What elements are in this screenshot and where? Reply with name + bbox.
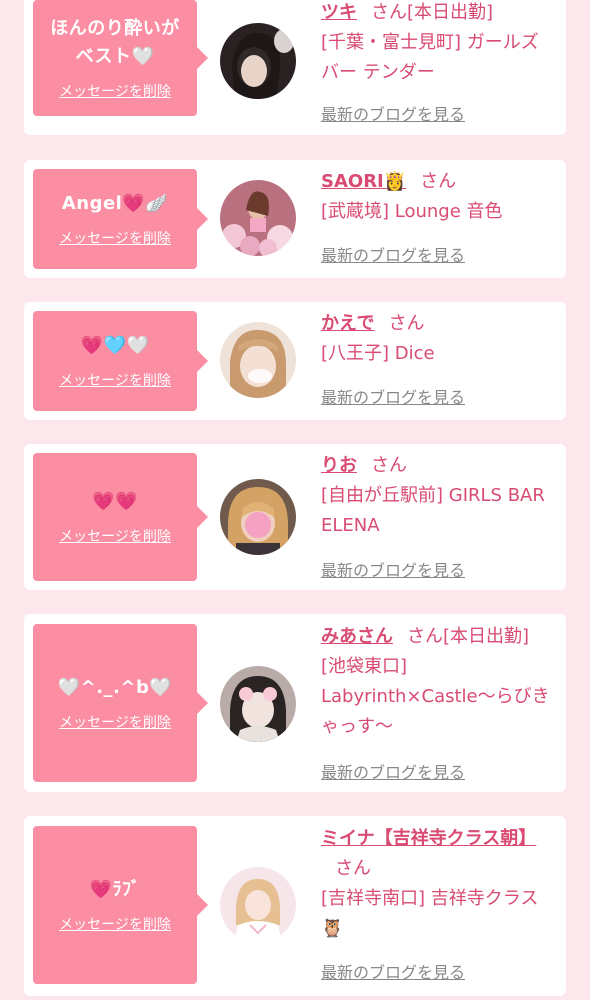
- list-item: ほんのり酔いがベスト🤍 メッセージを削除 ツキ さん[本日出勤] [千葉・富士見町…: [24, 0, 566, 135]
- shop-info: [自由が丘駅前] GIRLS BAR ELENA: [321, 485, 545, 536]
- message-bubble: 🤍^._.^b🤍 メッセージを削除: [33, 624, 208, 782]
- avatar[interactable]: [220, 180, 296, 256]
- delete-message-link[interactable]: メッセージを削除: [59, 81, 171, 101]
- cast-name-link[interactable]: SAORI👸: [321, 171, 406, 192]
- message-text: 💗💗: [92, 491, 138, 512]
- avatar[interactable]: [220, 23, 296, 99]
- message-bubble: 💗🩵🤍 メッセージを削除: [33, 311, 208, 411]
- list-item: 💗ﾗﾌﾞ メッセージを削除 ミイナ【吉祥寺クラス朝】さん [吉祥寺南口] 吉祥寺…: [24, 816, 566, 996]
- avatar[interactable]: [220, 867, 296, 943]
- cast-name-link[interactable]: ミイナ【吉祥寺クラス朝】: [321, 828, 536, 849]
- delete-message-link[interactable]: メッセージを削除: [59, 370, 171, 390]
- honorific: さん: [335, 858, 371, 879]
- status-badge: [本日出勤]: [407, 2, 494, 23]
- message-text: Angel💗🪽: [61, 193, 169, 214]
- list-item: Angel💗🪽 メッセージを削除 SAORI👸 さん [武蔵境] Lounge 音…: [24, 160, 566, 278]
- honorific: さん: [407, 626, 443, 647]
- cast-name-link[interactable]: りお: [321, 455, 357, 476]
- shop-info: [武蔵境] Lounge 音色: [321, 201, 503, 222]
- honorific: さん: [371, 2, 407, 23]
- latest-blog-link[interactable]: 最新のブログを見る: [321, 557, 465, 581]
- honorific: さん: [388, 313, 425, 334]
- cast-name-link[interactable]: かえで: [321, 313, 374, 334]
- list-item: 🤍^._.^b🤍 メッセージを削除 みあさん さん[本日出勤] [池袋東口] La…: [24, 614, 566, 792]
- message-bubble: ほんのり酔いがベスト🤍 メッセージを削除: [33, 0, 208, 116]
- avatar[interactable]: [220, 322, 296, 398]
- delete-message-link[interactable]: メッセージを削除: [59, 526, 171, 546]
- message-text: 💗ﾗﾌﾞ: [89, 879, 141, 900]
- delete-message-link[interactable]: メッセージを削除: [59, 712, 171, 732]
- shop-info: [池袋東口] Labyrinth×Castle〜らびきゃっす〜: [321, 656, 550, 737]
- status-badge: [本日出勤]: [443, 626, 530, 647]
- latest-blog-link[interactable]: 最新のブログを見る: [321, 384, 465, 408]
- message-bubble: Angel💗🪽 メッセージを削除: [33, 169, 208, 269]
- shop-info: [八王子] Dice: [321, 343, 435, 364]
- list-item: 💗💗 メッセージを削除 りお さん [自由が丘駅前] GIRLS BAR ELEN…: [24, 444, 566, 590]
- message-text: 🤍^._.^b🤍: [57, 677, 173, 698]
- shop-info: [千葉・富士見町] ガールズバー テンダー: [321, 32, 539, 83]
- cast-name-link[interactable]: ツキ: [321, 2, 357, 23]
- avatar[interactable]: [220, 479, 296, 555]
- shop-info: [吉祥寺南口] 吉祥寺クラス🦉: [321, 888, 539, 939]
- honorific: さん: [371, 455, 407, 476]
- message-bubble: 💗ﾗﾌﾞ メッセージを削除: [33, 826, 208, 984]
- list-item: 💗🩵🤍 メッセージを削除 かえで さん [八王子] Dice 最新のブログを見る: [24, 302, 566, 420]
- avatar[interactable]: [220, 666, 296, 742]
- delete-message-link[interactable]: メッセージを削除: [59, 914, 171, 934]
- message-text: ほんのり酔いがベスト🤍: [50, 18, 180, 67]
- latest-blog-link[interactable]: 最新のブログを見る: [321, 101, 465, 125]
- honorific: さん: [420, 171, 457, 192]
- cast-name-link[interactable]: みあさん: [321, 626, 393, 647]
- message-list: ほんのり酔いがベスト🤍 メッセージを削除 ツキ さん[本日出勤] [千葉・富士見町…: [0, 0, 590, 1000]
- latest-blog-link[interactable]: 最新のブログを見る: [321, 242, 465, 266]
- delete-message-link[interactable]: メッセージを削除: [59, 228, 171, 248]
- latest-blog-link[interactable]: 最新のブログを見る: [321, 759, 465, 783]
- message-text: 💗🩵🤍: [80, 335, 150, 356]
- latest-blog-link[interactable]: 最新のブログを見る: [321, 959, 465, 983]
- message-bubble: 💗💗 メッセージを削除: [33, 453, 208, 581]
